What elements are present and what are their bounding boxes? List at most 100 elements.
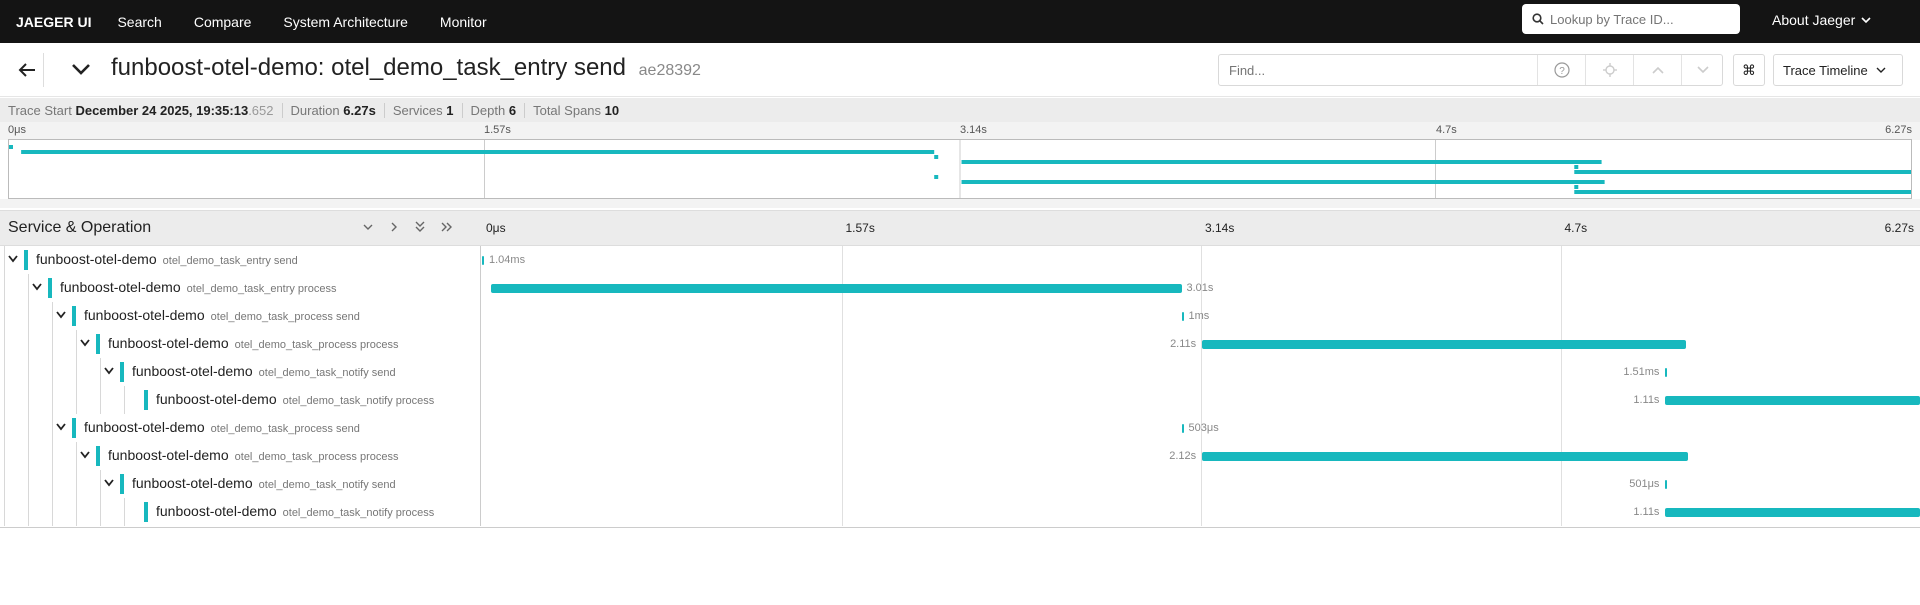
trace-id: ae28392 — [638, 62, 701, 79]
service-name-text: funboost-otel-demo — [156, 503, 277, 519]
expand-all-button[interactable] — [440, 220, 454, 236]
trace-minimap[interactable] — [8, 139, 1912, 199]
prev-match-button[interactable] — [1633, 55, 1681, 85]
trace-id-input[interactable] — [1550, 11, 1730, 27]
about-jaeger-label: About Jaeger — [1772, 12, 1856, 28]
chevron-down-icon — [1876, 67, 1886, 73]
span-row[interactable]: funboost-otel-demo otel_demo_task_entry s… — [0, 246, 1920, 274]
help-button[interactable]: ? — [1537, 55, 1585, 85]
trace-lookup[interactable] — [1522, 4, 1740, 34]
view-select[interactable]: Trace Timeline — [1773, 54, 1903, 86]
span-duration-bar[interactable] — [1202, 340, 1687, 349]
tree-guide-line — [52, 358, 53, 386]
span-name-cell[interactable]: funboost-otel-demo otel_demo_task_entry s… — [0, 246, 481, 274]
span-service-name: funboost-otel-demo otel_demo_task_entry p… — [60, 279, 336, 295]
span-duration-bar[interactable] — [1665, 480, 1668, 489]
minimap-tick-label: 3.14s — [960, 124, 987, 136]
span-name-cell[interactable]: funboost-otel-demo otel_demo_task_notify … — [0, 498, 481, 526]
span-row[interactable]: funboost-otel-demo otel_demo_task_process… — [0, 330, 1920, 358]
operation-name-text: otel_demo_task_process send — [210, 311, 360, 323]
span-duration-bar[interactable] — [1665, 396, 1920, 405]
brand-logo[interactable]: JAEGER UI — [16, 14, 91, 30]
trace-start-value: December 24 2025, 19:35:13 — [75, 102, 249, 118]
span-name-cell[interactable]: funboost-otel-demo otel_demo_task_process… — [0, 414, 481, 442]
collapse-all-button[interactable] — [414, 220, 426, 237]
nav-link-compare[interactable]: Compare — [194, 14, 252, 30]
tree-guide-line — [100, 470, 101, 498]
nav-link-search[interactable]: Search — [117, 14, 161, 30]
span-row[interactable]: funboost-otel-demo otel_demo_task_process… — [0, 302, 1920, 330]
keyboard-shortcuts-button[interactable]: ⌘ — [1733, 54, 1765, 86]
operation-name-text: otel_demo_task_entry process — [186, 283, 337, 295]
chevron-down-icon[interactable] — [55, 421, 67, 433]
span-name-cell[interactable]: funboost-otel-demo otel_demo_task_process… — [0, 442, 481, 470]
service-name-text: funboost-otel-demo — [84, 419, 205, 435]
span-name-cell[interactable]: funboost-otel-demo otel_demo_task_process… — [0, 302, 481, 330]
chevron-down-icon[interactable] — [79, 337, 91, 349]
span-name-cell[interactable]: funboost-otel-demo otel_demo_task_notify … — [0, 470, 481, 498]
service-name-text: funboost-otel-demo — [60, 279, 181, 295]
back-button[interactable] — [10, 53, 44, 87]
target-icon — [1602, 63, 1617, 77]
minimap-span-bar — [1574, 185, 1579, 189]
collapse-one-button[interactable] — [362, 220, 374, 236]
span-row[interactable]: funboost-otel-demo otel_demo_task_process… — [0, 414, 1920, 442]
tree-guide-line — [4, 330, 5, 358]
span-duration-label: 1.51ms — [1623, 366, 1660, 378]
minimap-span-bar — [9, 145, 13, 149]
about-jaeger-menu[interactable]: About Jaeger — [1772, 12, 1871, 28]
operation-name-text: otel_demo_task_process send — [210, 423, 360, 435]
chevron-down-icon[interactable] — [79, 449, 91, 461]
chevron-down-icon[interactable] — [7, 253, 19, 265]
span-name-cell[interactable]: funboost-otel-demo otel_demo_task_entry p… — [0, 274, 481, 302]
span-row[interactable]: funboost-otel-demo otel_demo_task_notify … — [0, 470, 1920, 498]
span-service-name: funboost-otel-demo otel_demo_task_notify … — [132, 475, 396, 491]
nav-link-system-architecture[interactable]: System Architecture — [283, 14, 408, 30]
span-duration-bar[interactable] — [1181, 424, 1184, 433]
chevron-down-icon[interactable] — [55, 309, 67, 321]
chevron-down-icon[interactable] — [103, 365, 115, 377]
chevron-right-icon — [391, 222, 397, 232]
span-row[interactable]: funboost-otel-demo otel_demo_task_notify … — [0, 498, 1920, 526]
span-duration-bar[interactable] — [1202, 452, 1689, 461]
span-row[interactable]: funboost-otel-demo otel_demo_task_notify … — [0, 358, 1920, 386]
services-value: 1 — [446, 102, 454, 118]
span-duration-bar[interactable] — [1665, 368, 1668, 377]
span-service-name: funboost-otel-demo otel_demo_task_process… — [84, 307, 360, 323]
next-match-button[interactable] — [1681, 55, 1723, 85]
total-spans: Total Spans 10 — [533, 103, 627, 118]
tree-guide-line — [124, 498, 125, 526]
chevron-down-icon[interactable] — [103, 477, 115, 489]
collapse-header-button[interactable] — [70, 57, 92, 86]
service-operation-title: Service & Operation — [8, 219, 152, 236]
service-color-marker — [96, 334, 100, 354]
tree-guide-line — [28, 302, 29, 330]
span-row[interactable]: funboost-otel-demo otel_demo_task_entry p… — [0, 274, 1920, 302]
span-duration-bar[interactable] — [491, 284, 1182, 293]
span-row[interactable]: funboost-otel-demo otel_demo_task_process… — [0, 442, 1920, 470]
service-name-text: funboost-otel-demo — [108, 447, 229, 463]
chevron-down-icon[interactable] — [31, 281, 43, 293]
operation-name-text: otel_demo_task_process process — [234, 451, 399, 463]
span-name-cell[interactable]: funboost-otel-demo otel_demo_task_notify … — [0, 358, 481, 386]
span-name-cell[interactable]: funboost-otel-demo otel_demo_task_notify … — [0, 386, 481, 414]
locate-button[interactable] — [1585, 55, 1633, 85]
nav-link-monitor[interactable]: Monitor — [440, 14, 487, 30]
span-duration-bar[interactable] — [1181, 312, 1184, 321]
minimap-span-bar — [1574, 170, 1911, 174]
span-name-cell[interactable]: funboost-otel-demo otel_demo_task_process… — [0, 330, 481, 358]
tree-guide-line — [52, 302, 53, 330]
service-color-marker — [96, 446, 100, 466]
tree-guide-line — [4, 274, 5, 302]
span-duration-bar[interactable] — [1665, 508, 1920, 517]
expand-one-button[interactable] — [388, 220, 400, 236]
tree-guide-line — [4, 470, 5, 498]
minimap-span-bar — [961, 180, 1605, 184]
span-duration-label: 2.12s — [1169, 450, 1197, 462]
find-input[interactable] — [1219, 55, 1537, 85]
span-row[interactable]: funboost-otel-demo otel_demo_task_notify … — [0, 386, 1920, 414]
minimap-tick-label: 4.7s — [1436, 124, 1457, 136]
view-select-value: Trace Timeline — [1783, 62, 1868, 78]
timeline-header: Service & Operation 0μs 1.57s 3.14s 4.7s 6.2… — [0, 210, 1920, 246]
span-duration-bar[interactable] — [482, 256, 484, 265]
